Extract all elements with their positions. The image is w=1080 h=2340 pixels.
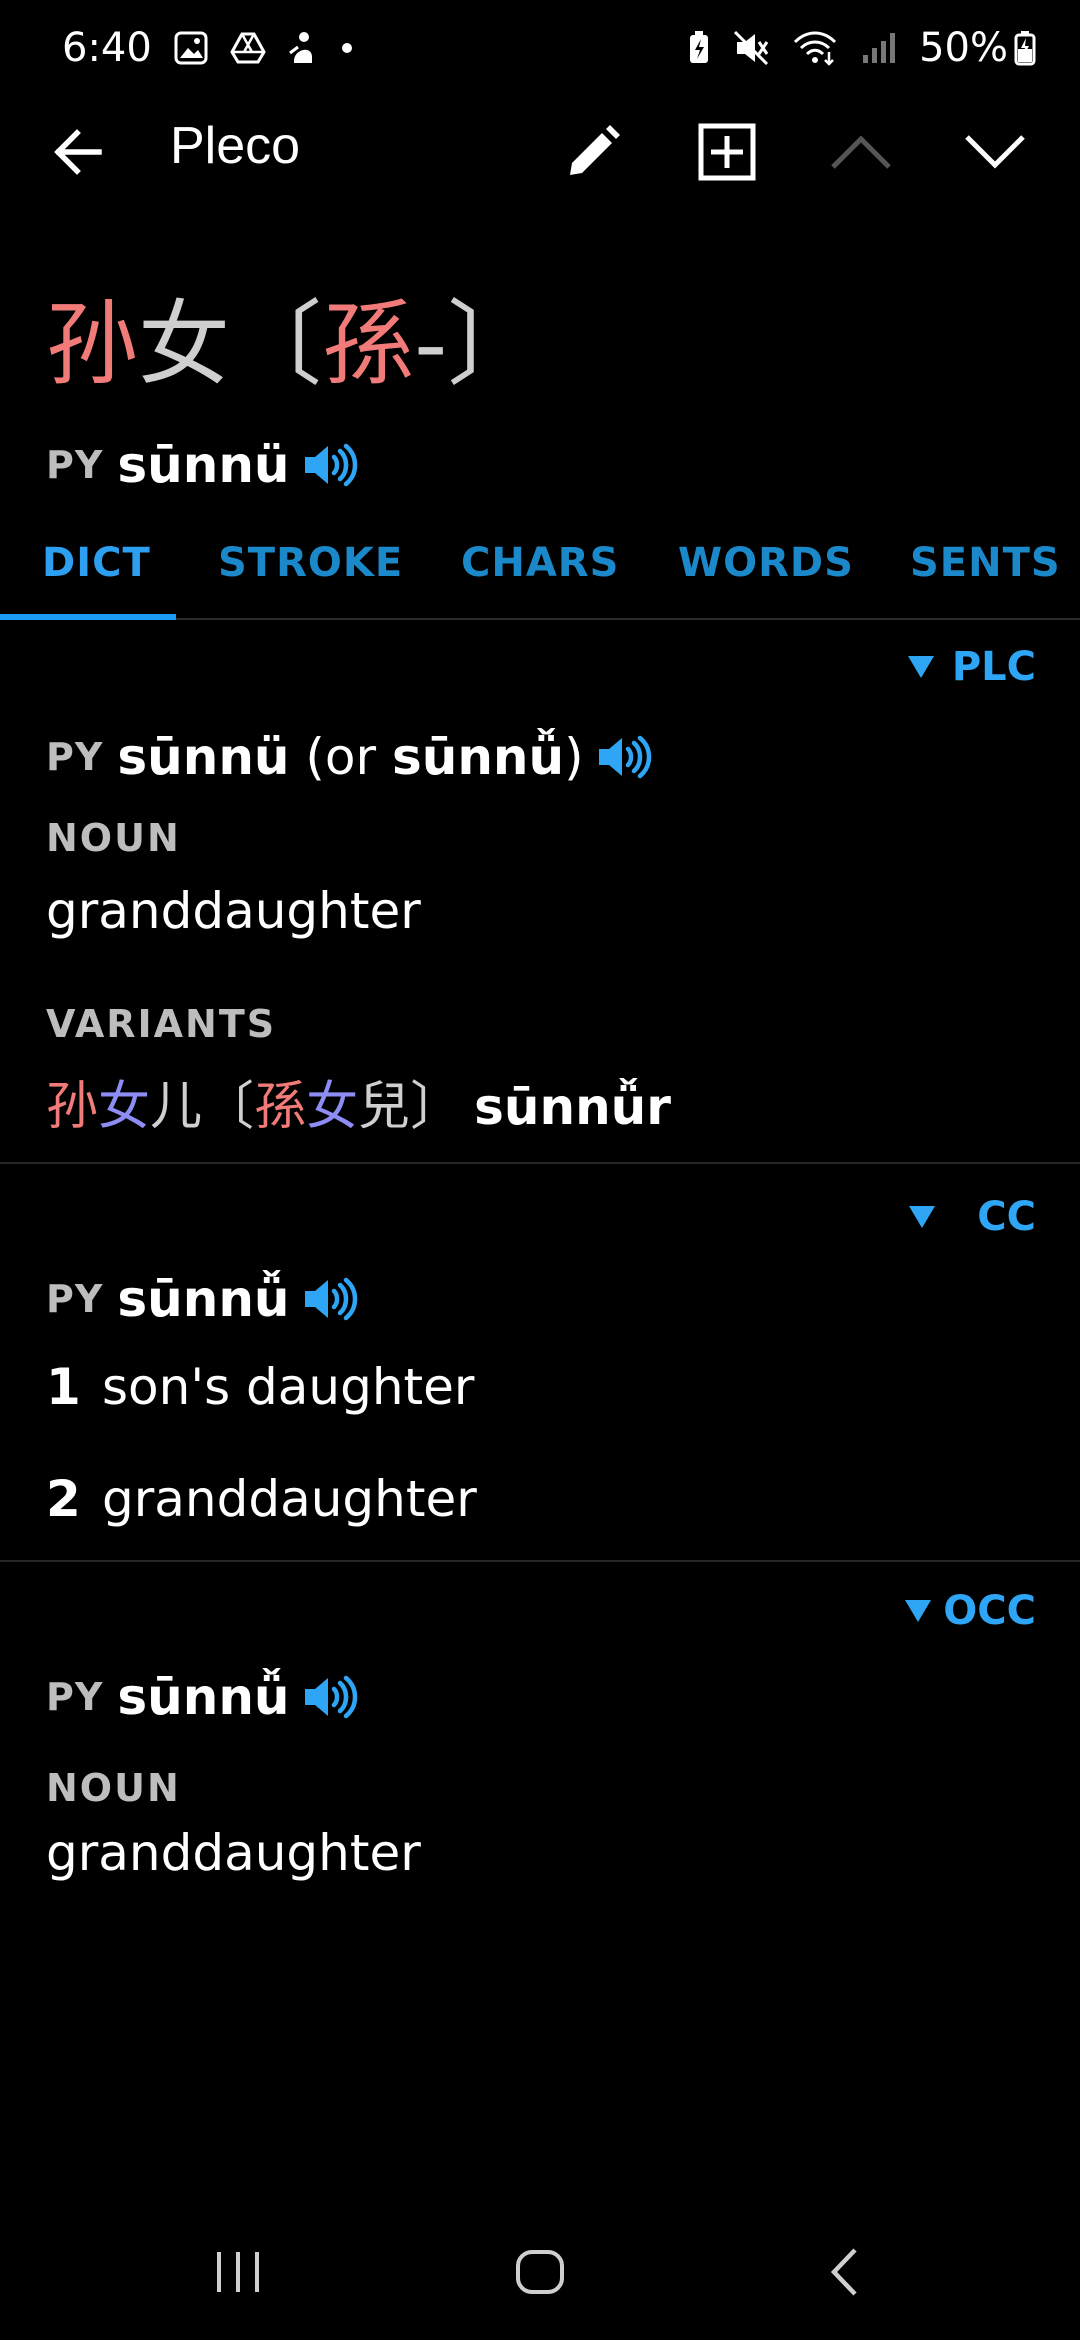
traditional-open-bracket: 〔	[230, 291, 323, 398]
dot-icon	[340, 41, 354, 55]
variant-char: 孙	[46, 1077, 99, 1137]
system-back-button[interactable]	[804, 2240, 884, 2304]
mute-icon	[733, 30, 771, 66]
speaker-icon[interactable]	[302, 442, 358, 488]
pinyin-label: PY	[46, 735, 104, 779]
pinyin-alt: sūnnǚ	[391, 728, 565, 786]
headword: 孙女〔孫-〕	[46, 290, 539, 400]
wifi-icon	[793, 30, 839, 66]
signal-icon	[861, 31, 897, 65]
pinyin-label: PY	[46, 1277, 104, 1321]
status-time: 6:40	[62, 25, 152, 71]
headword-char-1: 孙	[46, 291, 139, 398]
gallery-icon	[174, 31, 208, 65]
speaker-icon[interactable]	[596, 734, 652, 780]
arrow-left-icon	[54, 129, 102, 175]
section-cc: CC PY sūnnǚ 1 son's daughter 2 granddaug…	[0, 1164, 1080, 1560]
chevron-up-icon	[831, 135, 891, 169]
drive-icon	[230, 32, 266, 64]
traditional-char: 孫	[322, 291, 415, 398]
variants-label: VARIANTS	[46, 1002, 277, 1046]
app-bar: Pleco	[0, 96, 1080, 208]
variant-char: 女	[306, 1077, 359, 1137]
battery-percent: 50%	[919, 25, 1008, 71]
definition-text: son's daughter	[102, 1358, 475, 1416]
add-box-icon	[698, 123, 756, 181]
definition: granddaughter	[46, 882, 421, 940]
traditional-rest: -〕	[414, 291, 540, 398]
chevron-left-icon	[830, 2248, 857, 2296]
home-button[interactable]	[500, 2240, 580, 2304]
previous-entry-button[interactable]	[794, 106, 928, 198]
home-icon	[516, 2250, 564, 2294]
tab-stroke[interactable]: STROKE	[218, 540, 403, 586]
tab-words[interactable]: WORDS	[678, 540, 854, 586]
section-plc: PLC PY sūnnü (or sūnnǚ ) NOUN granddaugh…	[0, 620, 1080, 1162]
recent-apps-icon	[217, 2252, 259, 2292]
part-of-speech: NOUN	[46, 816, 181, 860]
variant-pinyin: sūnnǚr	[474, 1078, 671, 1136]
next-entry-button[interactable]	[928, 106, 1062, 198]
headword-char-2: 女	[138, 291, 231, 398]
speaker-icon[interactable]	[302, 1276, 358, 1322]
pinyin-row: PY sūnnü (or sūnnǚ )	[46, 728, 652, 786]
pinyin-row: PY sūnnǚ	[46, 1668, 358, 1726]
back-button[interactable]	[44, 118, 112, 186]
variant-char: 儿	[150, 1077, 203, 1137]
chevron-down-icon	[965, 135, 1025, 169]
main-pinyin-row: PY sūnnü	[46, 436, 358, 494]
source-label: CC	[977, 1194, 1036, 1240]
definition-number: 2	[46, 1470, 81, 1528]
pinyin-text: sūnnǚ	[117, 1668, 290, 1726]
source-label: PLC	[951, 644, 1036, 690]
pinyin-label: PY	[46, 1675, 104, 1719]
triangle-down-icon	[907, 656, 934, 678]
definition: granddaughter	[46, 1824, 421, 1882]
tab-chars[interactable]: CHARS	[461, 540, 619, 586]
pinyin-text: sūnnü	[117, 728, 290, 786]
tab-sents[interactable]: SENTS	[910, 540, 1061, 586]
variant-bracket: 〕	[410, 1077, 463, 1137]
definition-number: 1	[46, 1358, 81, 1416]
pinyin-text: sūnnü	[117, 436, 290, 494]
variant-entry[interactable]: 孙女儿〔孫女兒〕 sūnnǚr	[46, 1064, 671, 1139]
app-actions	[526, 106, 1062, 198]
triangle-down-icon	[909, 1206, 936, 1228]
battery-icon	[1014, 30, 1036, 66]
system-nav-bar	[0, 2220, 1080, 2320]
source-label: OCC	[943, 1588, 1036, 1634]
variant-char: 女	[98, 1077, 151, 1137]
status-left: 6:40	[62, 25, 354, 71]
speaker-icon[interactable]	[302, 1674, 358, 1720]
source-toggle-plc[interactable]: PLC	[907, 644, 1036, 690]
definition-item: 1 son's daughter	[46, 1358, 474, 1416]
triangle-down-icon	[905, 1600, 932, 1622]
status-bar: 6:40 50%	[0, 0, 1080, 96]
pinyin-or-close: )	[564, 728, 584, 786]
variant-char: 孫	[254, 1077, 307, 1137]
battery-saver-icon	[687, 30, 711, 66]
tab-bar: DICT STROKE CHARS WORDS SENTS	[0, 528, 1080, 620]
edit-button[interactable]	[526, 106, 660, 198]
part-of-speech: NOUN	[46, 1766, 181, 1810]
pinyin-row: PY sūnnǚ	[46, 1270, 358, 1328]
pencil-icon	[570, 125, 620, 175]
variant-bracket: 〔	[202, 1077, 255, 1137]
source-toggle-occ[interactable]: OCC	[905, 1588, 1036, 1634]
section-occ: OCC PY sūnnǚ NOUN granddaughter	[0, 1562, 1080, 1962]
definition-item: 2 granddaughter	[46, 1470, 477, 1528]
definition-text: granddaughter	[102, 1470, 477, 1528]
tab-dict[interactable]: DICT	[42, 540, 151, 586]
app-notification-icon	[288, 31, 318, 65]
recent-apps-button[interactable]	[198, 2240, 278, 2304]
pinyin-or-open: (or	[289, 728, 392, 786]
pinyin-text: sūnnǚ	[117, 1270, 290, 1328]
add-flashcard-button[interactable]	[660, 106, 794, 198]
status-right: 50%	[687, 25, 1036, 71]
pinyin-label: PY	[46, 443, 104, 487]
variant-char: 兒	[358, 1077, 411, 1137]
app-title: Pleco	[170, 117, 301, 175]
source-toggle-cc[interactable]: CC	[909, 1194, 1036, 1240]
